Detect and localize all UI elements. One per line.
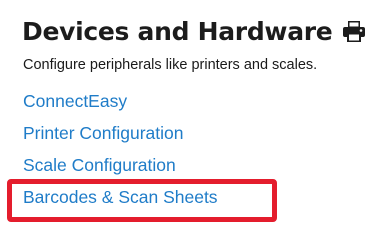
list-item: Scale Configuration xyxy=(23,155,218,187)
printer-icon[interactable] xyxy=(342,19,366,43)
scale-configuration-link[interactable]: Scale Configuration xyxy=(23,155,176,175)
list-item: Printer Configuration xyxy=(23,123,218,155)
connecteasy-link[interactable]: ConnectEasy xyxy=(23,91,127,111)
page-title: Devices and Hardware xyxy=(22,16,333,46)
printer-configuration-link[interactable]: Printer Configuration xyxy=(23,123,184,143)
list-item: ConnectEasy xyxy=(23,91,218,123)
list-item: Barcodes & Scan Sheets xyxy=(23,187,218,219)
page-subtitle: Configure peripherals like printers and … xyxy=(23,57,318,73)
devices-hardware-panel: Devices and Hardware Configure periphera… xyxy=(0,0,382,232)
device-links-list: ConnectEasy Printer Configuration Scale … xyxy=(23,91,218,219)
barcodes-scan-sheets-link[interactable]: Barcodes & Scan Sheets xyxy=(23,187,218,207)
title-row: Devices and Hardware xyxy=(22,13,366,49)
